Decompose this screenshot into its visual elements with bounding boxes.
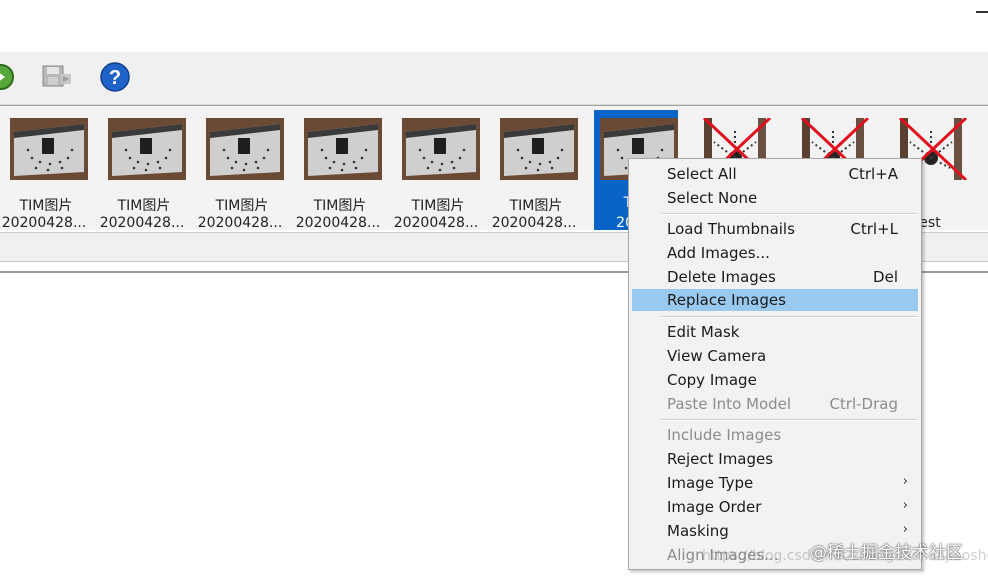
menu-item-copy-image[interactable]: Copy Image [632,369,918,391]
thumbnail-label-date: 20200428... [197,215,283,231]
thumbnail-label: TIM图片 [411,198,465,214]
menu-item-delete-images[interactable]: Delete Images Del [632,266,918,288]
image-thumbnail[interactable]: TIM图片 20200428... [296,110,382,231]
toolbar: ? [0,52,988,105]
menu-item-edit-mask[interactable]: Edit Mask [632,321,918,343]
image-thumbnail[interactable]: TIM图片 20200428... [2,110,88,231]
save-icon[interactable] [40,60,74,94]
chevron-right-icon: › [902,522,908,537]
menu-separator [661,316,917,318]
context-menu: Select All Ctrl+A Select None Load Thumbn… [628,158,922,570]
menu-item-include-images: Include Images [667,426,782,444]
thumbnail-label-date: 20200428... [295,215,381,231]
image-thumbnail-picture [402,118,480,180]
watermark-text: @稀土掘金技术社区 [810,543,963,563]
thumbnail-label: TIM图片 [509,198,563,214]
thumbnail-label-date: 20200428... [491,215,577,231]
thumbnail-label: TIM图片 [313,198,367,214]
menu-item-load-thumbnails[interactable]: Load Thumbnails Ctrl+L [632,218,918,240]
image-thumbnail[interactable]: TIM图片 20200428... [394,110,480,231]
image-thumbnail-picture [108,118,186,180]
thumbnail-label-date: 20200428... [393,215,479,231]
svg-text:?: ? [109,67,121,89]
menu-separator [661,213,917,215]
menu-item-add-images[interactable]: Add Images... [632,242,918,264]
chevron-right-icon: › [902,474,908,489]
menu-item-image-type[interactable]: Image Type › [632,472,918,494]
image-thumbnail[interactable]: TIM图片 20200428... [492,110,578,231]
chevron-right-icon: › [902,498,908,513]
menu-item-select-all[interactable]: Select All Ctrl+A [632,163,918,185]
image-thumbnail-picture [206,118,284,180]
window-titlebar [0,0,988,52]
thumbnail-label: TIM图片 [19,198,73,214]
thumbnail-label-date: 20200428... [1,215,87,231]
minimize-button[interactable] [976,11,988,13]
image-thumbnail[interactable]: TIM图片 20200428... [100,110,186,231]
image-thumbnail-picture [10,118,88,180]
thumbnail-label: TIM图片 [215,198,269,214]
menu-item-paste-into-model: Paste Into Model Ctrl-Drag [667,395,898,413]
help-icon[interactable]: ? [98,60,132,94]
thumbnail-label-date: 20200428... [99,215,185,231]
menu-item-reject-images[interactable]: Reject Images [632,448,918,470]
image-thumbnail-picture [304,118,382,180]
forward-arrow-icon[interactable] [0,60,18,94]
image-thumbnail-picture [500,118,578,180]
menu-separator [661,419,917,421]
thumbnail-label: TIM图片 [117,198,171,214]
image-thumbnail[interactable]: TIM图片 20200428... [198,110,284,231]
menu-item-image-order[interactable]: Image Order › [632,496,918,518]
menu-item-select-none[interactable]: Select None [632,187,918,209]
menu-item-replace-images[interactable]: Replace Images [632,289,918,311]
menu-item-view-camera[interactable]: View Camera [632,345,918,367]
